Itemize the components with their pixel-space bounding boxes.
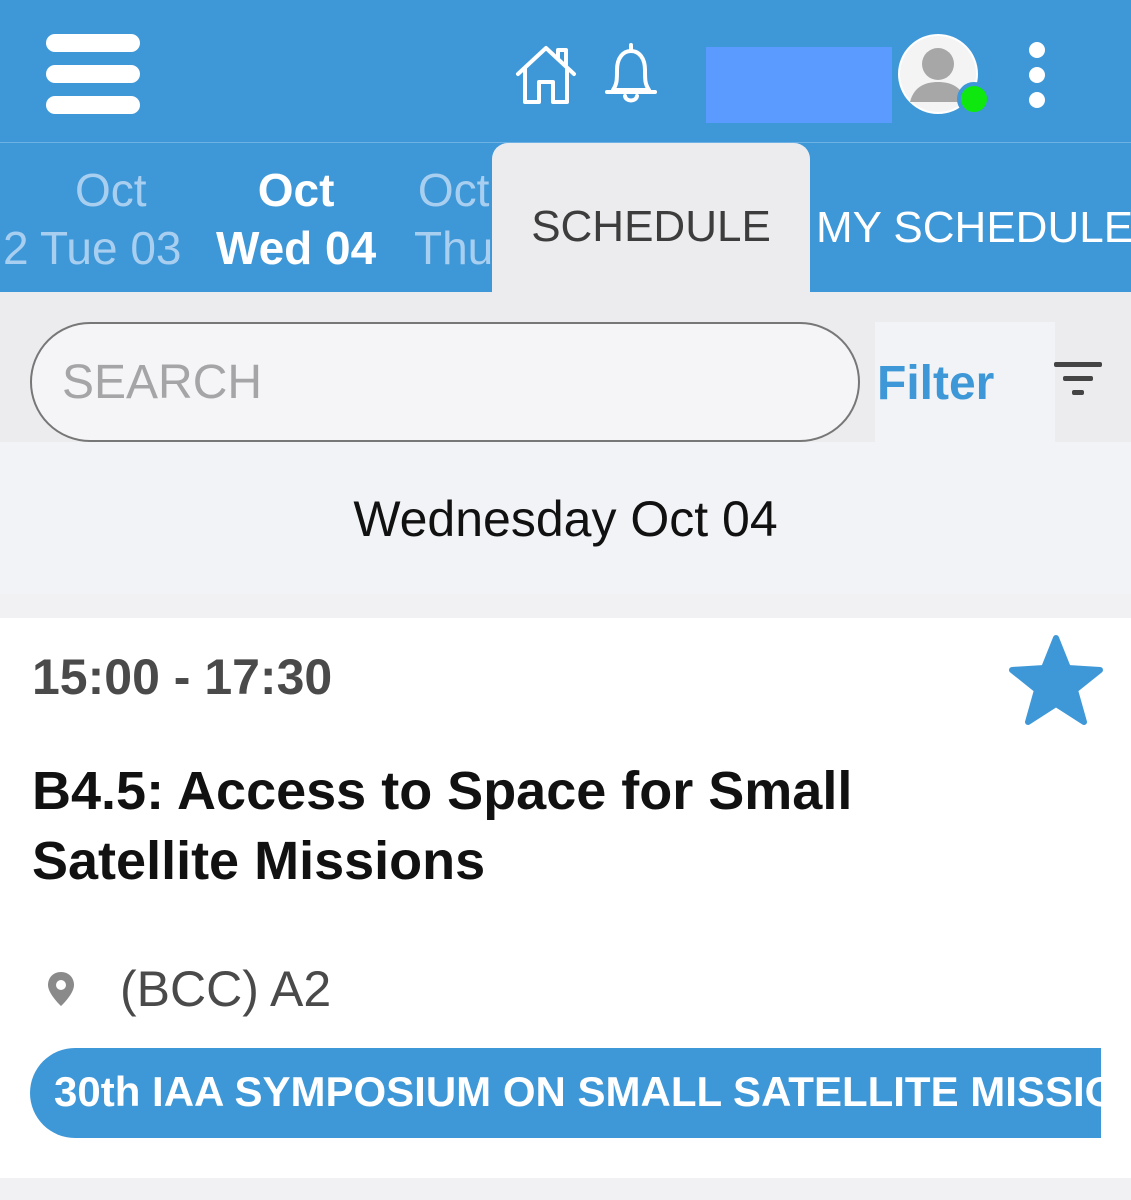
day-tab-day: Thu: [414, 222, 494, 274]
day-tab-thu[interactable]: Oct Thu: [414, 161, 493, 277]
top-app-bar: [0, 0, 1131, 142]
track-badge[interactable]: 30th IAA SYMPOSIUM ON SMALL SATELLITE MI…: [30, 1048, 1101, 1138]
day-tab-month: Oct: [417, 164, 490, 216]
session-title[interactable]: B4.5: Access to Space for Small Satellit…: [32, 756, 892, 896]
bell-icon[interactable]: [598, 40, 664, 106]
search-bar: Filter: [0, 292, 1131, 442]
home-icon[interactable]: [512, 40, 580, 106]
filter-button[interactable]: Filter: [875, 322, 1055, 442]
filter-lines-icon[interactable]: [1054, 362, 1104, 402]
track-label: 30th IAA SYMPOSIUM ON SMALL SATELLITE MI…: [54, 1068, 1101, 1115]
online-status-dot: [957, 82, 991, 116]
star-icon[interactable]: [1004, 630, 1108, 730]
session-time: 15:00 - 17:30: [32, 649, 333, 705]
hamburger-menu-icon[interactable]: [46, 34, 140, 114]
date-heading: Wednesday Oct 04: [353, 491, 778, 547]
day-tab-tue[interactable]: Oct Tue 03: [40, 161, 182, 277]
map-pin-icon: [48, 972, 74, 1006]
date-heading-bar: Wednesday Oct 04: [0, 442, 1131, 594]
user-name-redacted[interactable]: [706, 47, 892, 123]
day-tab-month: Oct: [257, 164, 335, 216]
tab-schedule[interactable]: SCHEDULE: [492, 143, 810, 292]
vertical-dots-icon[interactable]: [1022, 42, 1052, 108]
session-card[interactable]: 15:00 - 17:30 B4.5: Access to Space for …: [0, 618, 1131, 1178]
search-input[interactable]: [30, 322, 860, 442]
day-tab-day: Wed 04: [216, 222, 377, 274]
tab-my-schedule[interactable]: MY SCHEDULE: [816, 203, 1131, 253]
day-tab-month: Oct: [74, 164, 147, 216]
day-tab-day: Tue 03: [40, 222, 182, 274]
tab-bar: Oct 2 Oct Tue 03 Oct Wed 04 Oct Thu SCHE…: [0, 142, 1131, 292]
session-location: (BCC) A2: [120, 961, 332, 1017]
day-tab-wed[interactable]: Oct Wed 04: [216, 161, 376, 277]
